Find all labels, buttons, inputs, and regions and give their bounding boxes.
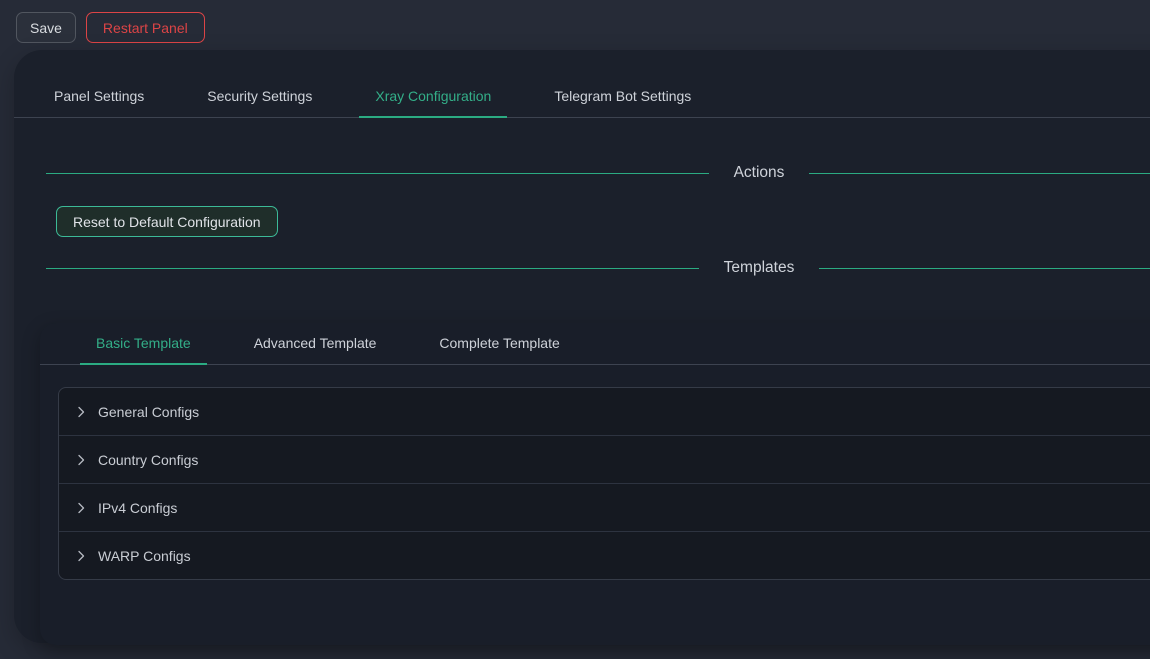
chevron-right-icon [75,454,87,466]
collapse-warp-configs-header[interactable]: WARP Configs [59,532,1150,579]
collapse-ipv4-configs: IPv4 Configs [59,483,1150,531]
settings-tabs: Panel Settings Security Settings Xray Co… [14,76,1150,118]
templates-divider: Templates [46,257,1150,279]
save-button[interactable]: Save [16,12,76,43]
template-tabs: Basic Template Advanced Template Complet… [40,323,1150,365]
configs-collapse: General Configs Country Configs [58,387,1150,580]
tab-security-settings[interactable]: Security Settings [191,76,328,117]
collapse-general-configs: General Configs [59,388,1150,435]
divider-line [46,268,699,269]
templates-card: Basic Template Advanced Template Complet… [40,323,1150,645]
collapse-label: Country Configs [98,452,198,468]
restart-panel-button[interactable]: Restart Panel [86,12,205,43]
divider-line [819,268,1150,269]
tab-xray-configuration[interactable]: Xray Configuration [359,76,507,117]
collapse-label: WARP Configs [98,548,191,564]
page: { "toolbar": { "save": "Save", "restart"… [0,0,1150,659]
collapse-country-configs: Country Configs [59,435,1150,483]
collapse-label: General Configs [98,404,199,420]
settings-card: Panel Settings Security Settings Xray Co… [14,50,1150,643]
actions-divider: Actions [46,162,1150,184]
actions-divider-label: Actions [734,164,785,182]
chevron-right-icon [75,406,87,418]
tab-telegram-bot-settings[interactable]: Telegram Bot Settings [538,76,707,117]
collapse-country-configs-header[interactable]: Country Configs [59,436,1150,483]
collapse-label: IPv4 Configs [98,500,177,516]
top-toolbar: Save Restart Panel [0,0,1150,50]
chevron-right-icon [75,502,87,514]
collapse-warp-configs: WARP Configs [59,531,1150,579]
collapse-general-configs-header[interactable]: General Configs [59,388,1150,435]
tab-advanced-template[interactable]: Advanced Template [238,323,393,364]
reset-to-default-button[interactable]: Reset to Default Configuration [56,206,278,237]
tab-complete-template[interactable]: Complete Template [423,323,575,364]
divider-line [809,173,1150,174]
tab-basic-template[interactable]: Basic Template [80,323,207,364]
collapse-ipv4-configs-header[interactable]: IPv4 Configs [59,484,1150,531]
divider-line [46,173,709,174]
tab-panel-settings[interactable]: Panel Settings [38,76,160,117]
chevron-right-icon [75,550,87,562]
templates-divider-label: Templates [724,259,795,277]
